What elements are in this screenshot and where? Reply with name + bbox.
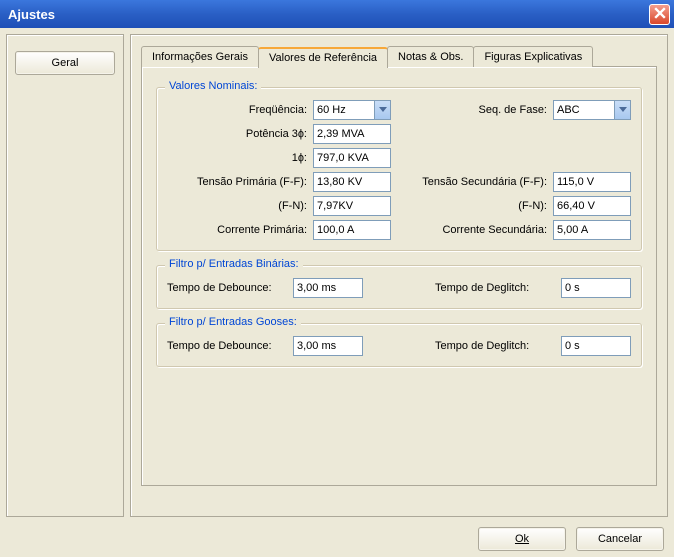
input-tensao-primaria-fn[interactable]: [313, 196, 391, 216]
group-filtro-binarias: Filtro p/ Entradas Binárias: Tempo de De…: [156, 265, 642, 309]
cancel-button-label: Cancelar: [598, 533, 642, 545]
chevron-down-icon: [374, 101, 390, 119]
label-tensao-primaria-ff: Tensão Primária (F-F):: [167, 176, 307, 188]
label-seq-fase: Seq. de Fase:: [407, 104, 547, 116]
group-legend-gooses: Filtro p/ Entradas Gooses:: [165, 316, 301, 328]
label-debounce-goose: Tempo de Debounce:: [167, 340, 287, 352]
tab-figuras-explicativas[interactable]: Figuras Explicativas: [473, 46, 593, 67]
group-valores-nominais: Valores Nominais: Freqüência: 60 Hz Seq.…: [156, 87, 642, 251]
input-debounce-bin[interactable]: [293, 278, 363, 298]
label-deglitch-goose: Tempo de Deglitch:: [435, 340, 555, 352]
group-legend-nominal: Valores Nominais:: [165, 80, 261, 92]
top-row: Geral Informações Gerais Valores de Refe…: [6, 34, 668, 517]
label-corrente-primaria: Corrente Primária:: [167, 224, 307, 236]
gooses-grid: Tempo de Debounce: Tempo de Deglitch:: [167, 336, 631, 356]
label-debounce-bin: Tempo de Debounce:: [167, 282, 287, 294]
nominal-grid: Freqüência: 60 Hz Seq. de Fase: ABC Potê…: [167, 100, 631, 240]
label-deglitch-bin: Tempo de Deglitch:: [435, 282, 555, 294]
ok-button-label: Ok: [515, 533, 529, 545]
select-frequencia-value: 60 Hz: [317, 104, 374, 116]
input-potencia-1f[interactable]: [313, 148, 391, 168]
binarias-grid: Tempo de Debounce: Tempo de Deglitch:: [167, 278, 631, 298]
label-tensao-primaria-fn: (F-N):: [167, 200, 307, 212]
sidebar: Geral: [6, 34, 124, 517]
label-corrente-secundaria: Corrente Secundária:: [407, 224, 547, 236]
tab-notas-obs[interactable]: Notas & Obs.: [387, 46, 474, 67]
label-frequencia: Freqüência:: [167, 104, 307, 116]
close-icon: [654, 7, 666, 22]
group-legend-binarias: Filtro p/ Entradas Binárias:: [165, 258, 303, 270]
select-seq-fase-value: ABC: [557, 104, 614, 116]
input-tensao-secundaria-ff[interactable]: [553, 172, 631, 192]
input-corrente-secundaria[interactable]: [553, 220, 631, 240]
label-potencia-1f: 1ɸ:: [167, 152, 307, 164]
select-frequencia[interactable]: 60 Hz: [313, 100, 391, 120]
input-tensao-primaria-ff[interactable]: [313, 172, 391, 192]
ok-button[interactable]: Ok: [478, 527, 566, 551]
label-potencia-3f: Potência 3ɸ:: [167, 128, 307, 140]
tab-strip: Informações Gerais Valores de Referência…: [141, 45, 657, 66]
tab-valores-referencia[interactable]: Valores de Referência: [258, 47, 388, 68]
sidebar-item-geral[interactable]: Geral: [15, 51, 115, 75]
label-tensao-secundaria-fn: (F-N):: [407, 200, 547, 212]
tab-informacoes-gerais[interactable]: Informações Gerais: [141, 46, 259, 67]
chevron-down-icon: [614, 101, 630, 119]
input-corrente-primaria[interactable]: [313, 220, 391, 240]
dialog-body: Geral Informações Gerais Valores de Refe…: [0, 28, 674, 557]
titlebar: Ajustes: [0, 0, 674, 28]
main-panel: Informações Gerais Valores de Referência…: [130, 34, 668, 517]
tab-content: Valores Nominais: Freqüência: 60 Hz Seq.…: [141, 66, 657, 486]
cancel-button[interactable]: Cancelar: [576, 527, 664, 551]
close-button[interactable]: [649, 4, 670, 25]
input-potencia-3f[interactable]: [313, 124, 391, 144]
select-seq-fase[interactable]: ABC: [553, 100, 631, 120]
window-title: Ajustes: [8, 7, 649, 22]
input-deglitch-bin[interactable]: [561, 278, 631, 298]
dialog-button-bar: Ok Cancelar: [6, 523, 668, 551]
input-deglitch-goose[interactable]: [561, 336, 631, 356]
group-filtro-gooses: Filtro p/ Entradas Gooses: Tempo de Debo…: [156, 323, 642, 367]
label-tensao-secundaria-ff: Tensão Secundária (F-F):: [407, 176, 547, 188]
input-tensao-secundaria-fn[interactable]: [553, 196, 631, 216]
input-debounce-goose[interactable]: [293, 336, 363, 356]
